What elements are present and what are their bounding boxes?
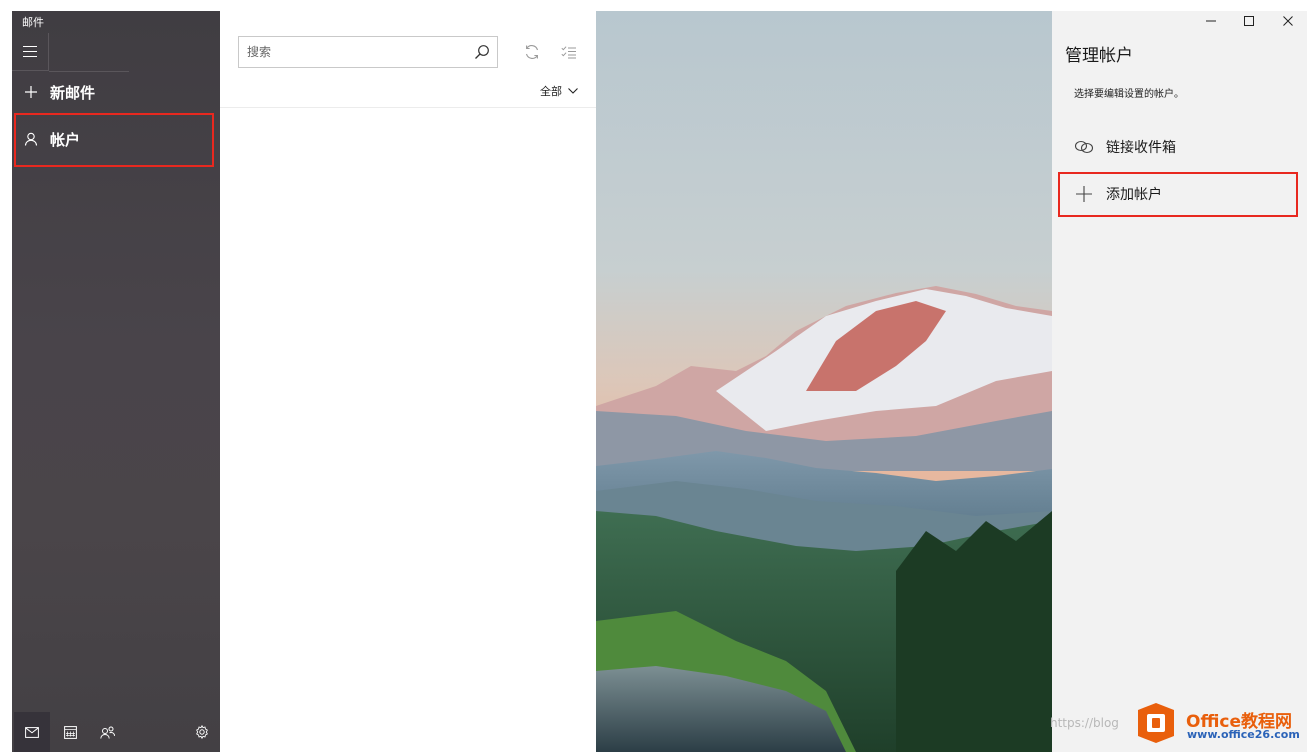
- mail-nav-button[interactable]: [14, 712, 50, 752]
- maximize-icon: [1244, 16, 1255, 26]
- link-inboxes-button[interactable]: 链接收件箱: [1062, 127, 1297, 167]
- link-icon: [1062, 140, 1106, 154]
- close-icon: [1282, 16, 1293, 26]
- watermark-blog-text: https://blog: [1050, 716, 1119, 730]
- sidebar: 邮件 新邮件 帐户: [12, 11, 220, 752]
- new-mail-button[interactable]: 新邮件: [12, 72, 220, 112]
- mail-icon: [25, 726, 39, 738]
- search-input[interactable]: [239, 37, 467, 67]
- gear-icon: [196, 725, 208, 739]
- maximize-button[interactable]: [1238, 12, 1260, 30]
- settings-button[interactable]: [184, 712, 220, 752]
- accounts-highlight-box: [14, 113, 214, 167]
- selection-mode-button[interactable]: [558, 41, 580, 63]
- reading-pane-background-image: [596, 11, 1052, 752]
- minimize-icon: [1206, 20, 1217, 22]
- pane-subtitle: 选择要编辑设置的帐户。: [1074, 89, 1184, 100]
- office-logo-icon: [1136, 702, 1176, 744]
- search-icon: [475, 45, 489, 59]
- minimize-button[interactable]: [1200, 12, 1222, 30]
- new-mail-label: 新邮件: [50, 83, 96, 102]
- app-title: 邮件: [22, 16, 44, 29]
- mail-app-window: 邮件 新邮件 帐户 搜索 全部 管理帐户 选择要编辑设置的帐户。 链接收件箱 添…: [12, 11, 1307, 752]
- filter-label: 全部: [540, 85, 562, 98]
- calendar-nav-button[interactable]: [52, 712, 88, 752]
- people-nav-button[interactable]: [90, 712, 126, 752]
- message-list-pane: 全部: [220, 11, 596, 752]
- link-inboxes-label: 链接收件箱: [1106, 140, 1176, 156]
- close-button[interactable]: [1277, 12, 1299, 30]
- search-button[interactable]: [467, 37, 497, 67]
- chevron-down-icon: [568, 88, 578, 94]
- add-account-highlight-box: [1058, 172, 1298, 217]
- hamburger-icon: [23, 46, 37, 57]
- checklist-icon: [561, 46, 576, 59]
- calendar-icon: [63, 725, 77, 739]
- search-box: [238, 36, 498, 68]
- people-icon: [100, 726, 115, 739]
- hamburger-button[interactable]: [12, 33, 49, 71]
- pane-title: 管理帐户: [1065, 46, 1133, 66]
- watermark-url: www.office26.com: [1187, 728, 1300, 741]
- plus-icon: [12, 85, 50, 99]
- window-controls: [1192, 11, 1307, 31]
- list-divider: [220, 107, 596, 108]
- filter-dropdown[interactable]: 全部: [540, 81, 578, 101]
- sync-button[interactable]: [521, 41, 543, 63]
- bottom-nav: [12, 712, 220, 752]
- sync-icon: [525, 45, 539, 59]
- manage-accounts-pane: 管理帐户 选择要编辑设置的帐户。 链接收件箱 添加帐户: [1052, 11, 1307, 752]
